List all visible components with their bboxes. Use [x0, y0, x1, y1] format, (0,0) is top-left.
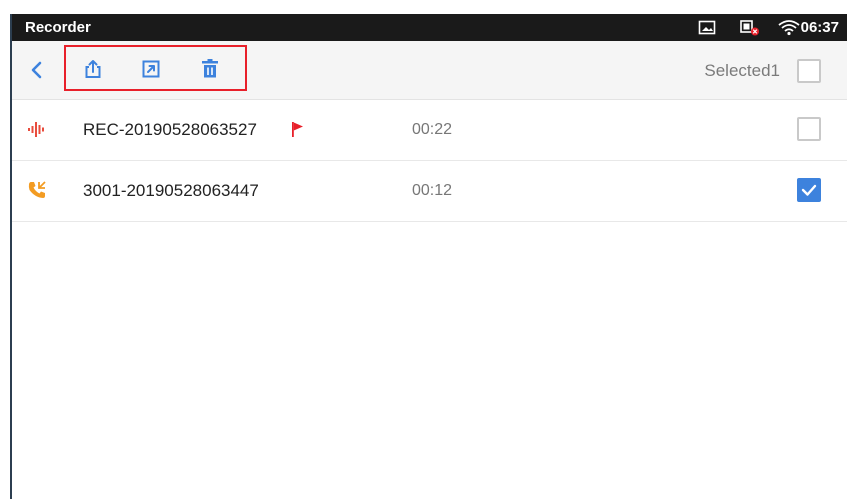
waveform-icon [28, 122, 44, 137]
export-icon[interactable] [140, 58, 162, 80]
recording-name: REC-20190528063527 [83, 120, 257, 139]
screenshot-icon [698, 20, 716, 35]
clock: 06:37 [800, 19, 839, 36]
check-icon [801, 184, 817, 196]
recording-duration: 00:22 [412, 121, 453, 138]
network-error-icon [740, 20, 759, 36]
recording-duration: 00:12 [412, 182, 453, 199]
wifi-icon [778, 20, 800, 36]
recording-row-2[interactable]: 3001-20190528063447 00:12 [12, 161, 847, 222]
share-icon[interactable] [82, 58, 104, 80]
app-title: Recorder [25, 19, 91, 36]
recorder-app: Recorder 06:37 Selected1 REC-20190528063… [0, 0, 847, 499]
recording-row-1[interactable]: REC-20190528063527 00:22 [12, 100, 847, 161]
flag-icon [292, 122, 303, 137]
delete-icon[interactable] [199, 58, 221, 80]
back-icon[interactable] [26, 59, 48, 81]
phone-call-icon [28, 181, 46, 198]
selected-count: Selected1 [704, 61, 780, 80]
recording-checkbox[interactable] [797, 178, 821, 202]
recording-checkbox[interactable] [797, 117, 821, 141]
selection-toolbar: Selected1 [12, 41, 847, 100]
recording-name: 3001-20190528063447 [83, 181, 259, 200]
status-bar: Recorder 06:37 [12, 14, 847, 41]
select-all-checkbox[interactable] [797, 59, 821, 83]
